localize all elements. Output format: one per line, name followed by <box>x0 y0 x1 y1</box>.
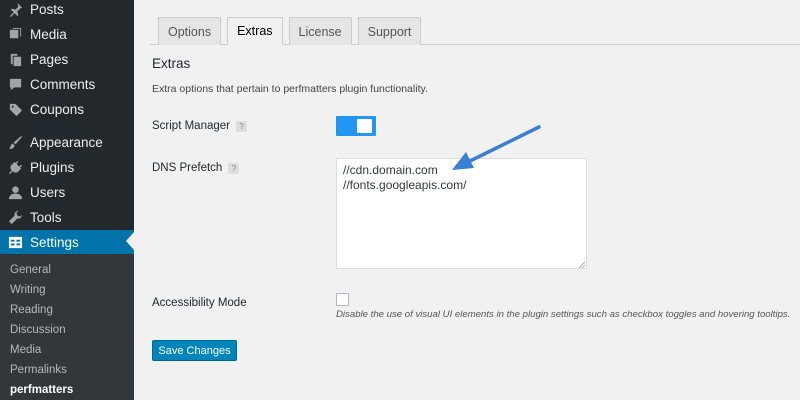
sidebar-item-appearance[interactable]: Appearance <box>0 130 134 155</box>
media-icon <box>0 27 30 42</box>
user-icon <box>0 185 30 200</box>
submenu-item-permalinks[interactable]: Permalinks <box>10 364 67 376</box>
resize-grip-icon[interactable] <box>578 261 586 269</box>
comment-icon <box>0 77 30 92</box>
submenu-item-general[interactable]: General <box>10 264 51 276</box>
section-title: Extras <box>152 56 191 71</box>
tab-extras[interactable]: Extras <box>227 17 283 45</box>
accessibility-mode-note: Disable the use of visual UI elements in… <box>336 309 791 320</box>
script-manager-toggle[interactable] <box>336 116 376 136</box>
submenu-item-media[interactable]: Media <box>10 344 41 356</box>
submenu-item-perfmatters[interactable]: perfmatters <box>10 384 73 396</box>
dns-prefetch-label: DNS Prefetch ? <box>152 162 240 174</box>
sidebar-item-settings[interactable]: Settings <box>0 230 134 255</box>
tag-icon <box>0 102 30 117</box>
toggle-knob <box>357 119 372 133</box>
sidebar-item-users[interactable]: Users <box>0 180 134 205</box>
submenu-item-writing[interactable]: Writing <box>10 284 46 296</box>
brush-icon <box>0 135 30 150</box>
tab-license[interactable]: License <box>288 17 352 45</box>
pages-icon <box>0 52 30 67</box>
tab-options[interactable]: Options <box>158 17 222 45</box>
accessibility-mode-label: Accessibility Mode <box>152 297 247 309</box>
settings-submenu: General Writing Reading Discussion Media… <box>0 254 134 400</box>
textarea-line: //cdn.domain.com <box>343 163 438 177</box>
wrench-icon <box>0 210 30 225</box>
sidebar-item-comments[interactable]: Comments <box>0 72 134 97</box>
plug-icon <box>0 160 30 175</box>
submenu-item-reading[interactable]: Reading <box>10 304 53 316</box>
pin-icon <box>0 2 30 17</box>
section-description: Extra options that pertain to perfmatter… <box>152 83 428 95</box>
sidebar-item-coupons[interactable]: Coupons <box>0 97 134 122</box>
active-menu-arrow <box>126 232 134 250</box>
sidebar-item-posts[interactable]: Posts <box>0 0 134 22</box>
accessibility-mode-checkbox[interactable] <box>336 293 349 306</box>
script-manager-label: Script Manager ? <box>152 120 247 132</box>
sidebar-item-media[interactable]: Media <box>0 22 134 47</box>
sidebar-item-tools[interactable]: Tools <box>0 205 134 230</box>
help-icon[interactable]: ? <box>235 120 247 132</box>
submenu-item-discussion[interactable]: Discussion <box>10 324 66 336</box>
sidebar-item-plugins[interactable]: Plugins <box>0 155 134 180</box>
settings-icon <box>0 235 30 250</box>
tab-support[interactable]: Support <box>357 17 422 45</box>
textarea-line: //fonts.googleapis.com/ <box>343 178 467 192</box>
dns-prefetch-textarea[interactable]: //cdn.domain.com //fonts.googleapis.com/ <box>336 158 587 269</box>
settings-tabs: Options Extras License Support <box>158 17 427 45</box>
admin-sidebar: Posts Media Pages Comments Coupons Appea… <box>0 0 134 400</box>
help-icon[interactable]: ? <box>228 162 240 174</box>
save-changes-button[interactable]: Save Changes <box>152 340 237 361</box>
sidebar-item-pages[interactable]: Pages <box>0 47 134 72</box>
